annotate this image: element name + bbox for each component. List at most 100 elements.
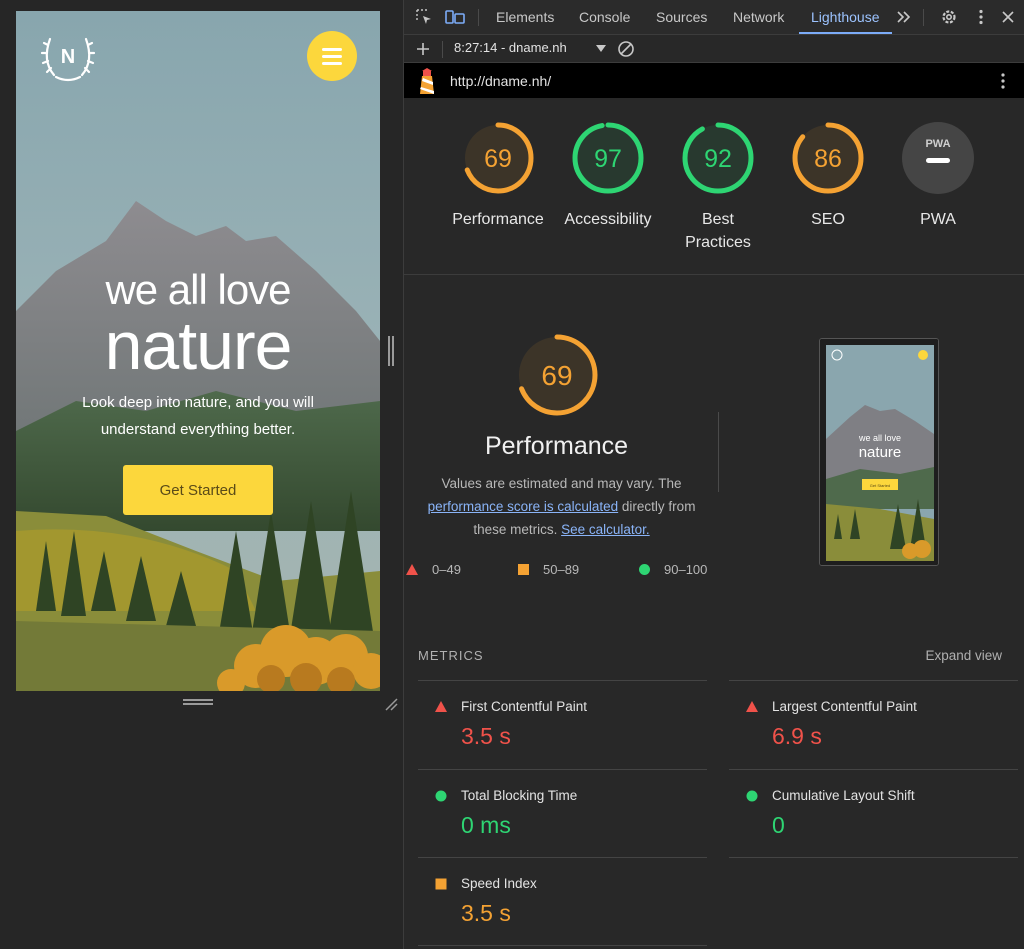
gauge-label: PWA — [920, 211, 956, 228]
gauge-label: Performance — [452, 211, 544, 228]
gauge-ring: 92 — [682, 122, 754, 194]
metric-value: 6.9 s — [772, 723, 822, 749]
circle-icon — [435, 790, 447, 802]
height-resize-handle[interactable] — [183, 699, 213, 707]
devtools-panel: Elements Console Sources Network Lightho… — [403, 0, 1024, 949]
width-resize-handle[interactable] — [388, 336, 396, 366]
metric-value: 0 ms — [461, 812, 511, 838]
device-toolbar-icon[interactable] — [444, 6, 466, 28]
performance-description: Values are estimated and may vary. The p… — [414, 472, 709, 541]
gauge-label: Best Practices — [685, 211, 751, 251]
devtools-tab-bar: Elements Console Sources Network Lightho… — [404, 0, 1024, 35]
tab-console[interactable]: Console — [579, 0, 630, 34]
lighthouse-logo-icon — [420, 68, 434, 94]
thumb-heading-large: nature — [859, 444, 902, 461]
report-select-label: 8:27:14 - dname.nh — [454, 40, 567, 55]
caret-down-icon[interactable] — [590, 38, 612, 60]
metric-name: Total Blocking Time — [461, 788, 578, 803]
gauge-score: 86 — [814, 145, 842, 173]
expand-view-toggle[interactable]: Expand view — [925, 648, 1002, 663]
square-icon — [518, 564, 529, 575]
performance-section: 69 Performance Values are estimated and … — [404, 276, 1024, 616]
report-select[interactable]: 8:27:14 - dname.nh — [454, 40, 567, 55]
metric-value: 0 — [772, 812, 785, 838]
performance-big-score: 69 — [541, 360, 572, 391]
metric-first-contentful-paint[interactable]: First Contentful Paint 3.5 s — [418, 680, 707, 768]
metric-total-blocking-time[interactable]: Total Blocking Time 0 ms — [418, 769, 707, 857]
report-menu-icon[interactable] — [992, 70, 1014, 92]
device-preview-pane: N we all love nature Look deep into natu… — [0, 0, 403, 949]
legend-range: 50–89 — [543, 562, 580, 577]
performance-big-gauge: 69 — [516, 334, 598, 416]
corner-resize-icon[interactable] — [384, 697, 398, 711]
metric-name: First Contentful Paint — [461, 699, 588, 714]
clear-icon[interactable] — [615, 38, 637, 60]
gauge-score: 69 — [484, 145, 512, 173]
legend-fail: 0–49 — [406, 562, 461, 577]
metric-name: Largest Contentful Paint — [772, 699, 917, 714]
gauge-score: 97 — [594, 145, 622, 173]
close-icon[interactable] — [997, 6, 1019, 28]
see-calculator-link[interactable]: See calculator. — [561, 522, 650, 537]
metric-cumulative-layout-shift[interactable]: Cumulative Layout Shift 0 — [729, 769, 1018, 857]
pwa-badge-icon: PWA — [902, 122, 974, 194]
gauge-ring: 69 — [462, 122, 534, 194]
menu-line-icon — [322, 54, 342, 58]
section-divider — [718, 412, 719, 492]
pwa-badge-text: PWA — [925, 138, 950, 150]
gauge-best-practices[interactable]: 92 Best Practices — [663, 120, 773, 254]
menu-line-icon — [322, 61, 342, 65]
metric-largest-contentful-paint[interactable]: Largest Contentful Paint 6.9 s — [729, 680, 1018, 768]
legend-pass: 90–100 — [639, 562, 707, 577]
triangle-icon — [746, 701, 758, 712]
thumbnail-image: we all love nature Get Started — [820, 339, 938, 565]
score-calculated-link[interactable]: performance score is calculated — [428, 499, 619, 514]
thumb-heading-small: we all love — [858, 433, 901, 443]
hero-heading-large: nature — [104, 308, 293, 384]
gauge-label: Accessibility — [564, 211, 652, 228]
metric-value: 3.5 s — [461, 900, 511, 926]
gauge-ring: 97 — [572, 122, 644, 194]
tab-elements[interactable]: Elements — [496, 0, 554, 34]
gauge-accessibility[interactable]: 97 Accessibility — [553, 120, 663, 231]
chevron-double-right-icon[interactable] — [893, 6, 915, 28]
tab-lighthouse[interactable]: Lighthouse — [799, 0, 892, 34]
hamburger-menu-button[interactable] — [307, 31, 357, 81]
score-gauges: 69 Performance 97 Accessibility 92 Best — [404, 98, 1024, 275]
metric-value: 3.5 s — [461, 723, 511, 749]
desc-text: Values are estimated and may vary. The — [441, 476, 682, 491]
lighthouse-toolbar: 8:27:14 - dname.nh — [404, 35, 1024, 63]
final-screenshot-thumbnail[interactable]: we all love nature Get Started — [819, 338, 939, 566]
gauge-seo[interactable]: 86 SEO — [773, 120, 883, 231]
metric-name: Cumulative Layout Shift — [772, 788, 915, 803]
circle-icon — [746, 790, 758, 802]
gauge-label: SEO — [811, 211, 845, 228]
gauge-ring: 86 — [792, 122, 864, 194]
logo-letter: N — [61, 46, 75, 68]
metric-grid-divider — [729, 857, 1018, 858]
legend-range: 0–49 — [432, 562, 461, 577]
brand-logo[interactable]: N — [38, 31, 98, 85]
triangle-icon — [435, 701, 447, 712]
gauge-performance[interactable]: 69 Performance — [443, 120, 553, 231]
metrics-heading: METRICS — [418, 648, 484, 663]
report-url-bar: http://dname.nh/ — [404, 63, 1024, 98]
legend-average: 50–89 — [518, 562, 579, 577]
phone-viewport[interactable]: N we all love nature Look deep into natu… — [16, 11, 380, 691]
kebab-menu-icon[interactable] — [970, 6, 992, 28]
tab-network[interactable]: Network — [733, 0, 784, 34]
get-started-button[interactable]: Get Started — [123, 465, 273, 515]
metric-speed-index[interactable]: Speed Index 3.5 s — [418, 857, 707, 945]
hero-subtitle: Look deep into nature, and you will unde… — [82, 394, 314, 438]
plus-icon[interactable] — [412, 38, 434, 60]
thumb-cta: Get Started — [870, 483, 890, 488]
inspect-element-icon[interactable] — [413, 6, 435, 28]
metric-grid-divider — [418, 945, 707, 946]
gauge-pwa[interactable]: PWA PWA — [883, 120, 993, 231]
tab-sources[interactable]: Sources — [656, 0, 707, 34]
triangle-icon — [406, 564, 418, 575]
report-url[interactable]: http://dname.nh/ — [450, 73, 551, 89]
settings-gear-icon[interactable] — [938, 6, 960, 28]
performance-title: Performance — [484, 432, 629, 460]
gauge-score: 92 — [704, 145, 732, 173]
